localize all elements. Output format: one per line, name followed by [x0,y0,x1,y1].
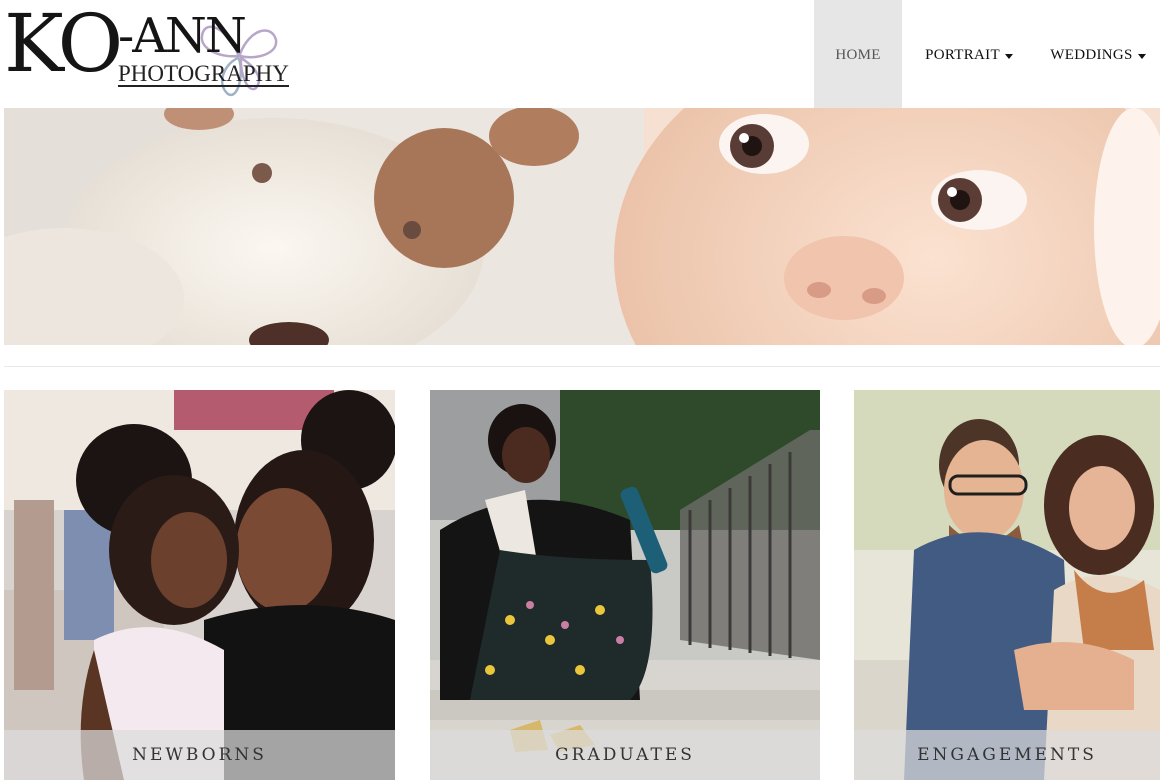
hero-banner-image [4,108,1160,345]
site-logo[interactable]: KO -ANN PHOTOGRAPHY [4,0,294,102]
chevron-down-icon [1004,53,1013,59]
graduates-photo [430,390,820,780]
nav-weddings-dropdown[interactable]: WEDDINGS [1036,0,1160,110]
nav-home-link[interactable]: HOME [814,0,902,110]
section-divider [4,366,1160,367]
category-card-engagements[interactable]: ENGAGEMENTS [854,390,1160,780]
logo-text-subtitle: PHOTOGRAPHY [118,61,289,87]
logo-text-main: KO [4,0,123,90]
nav-portrait-dropdown[interactable]: PORTRAIT [902,0,1036,110]
newborns-photo [4,390,395,780]
nav-portrait-label: PORTRAIT [925,46,1000,63]
nav-home-label: HOME [835,46,881,63]
logo-text-ann: -ANN [118,8,247,64]
site-header: KO -ANN PHOTOGRAPHY HOME PORTRAIT WEDDIN… [0,0,1160,110]
chevron-down-icon [1137,53,1146,59]
nav-weddings-label: WEDDINGS [1050,46,1133,63]
card-caption: ENGAGEMENTS [854,730,1160,780]
engagements-photo [854,390,1160,780]
card-caption: NEWBORNS [4,730,395,780]
main-navigation: HOME PORTRAIT WEDDINGS [814,0,1160,110]
hero-illustration [4,108,1160,345]
category-card-graduates[interactable]: GRADUATES [430,390,820,780]
card-caption: GRADUATES [430,730,820,780]
category-card-newborns[interactable]: NEWBORNS [4,390,395,780]
